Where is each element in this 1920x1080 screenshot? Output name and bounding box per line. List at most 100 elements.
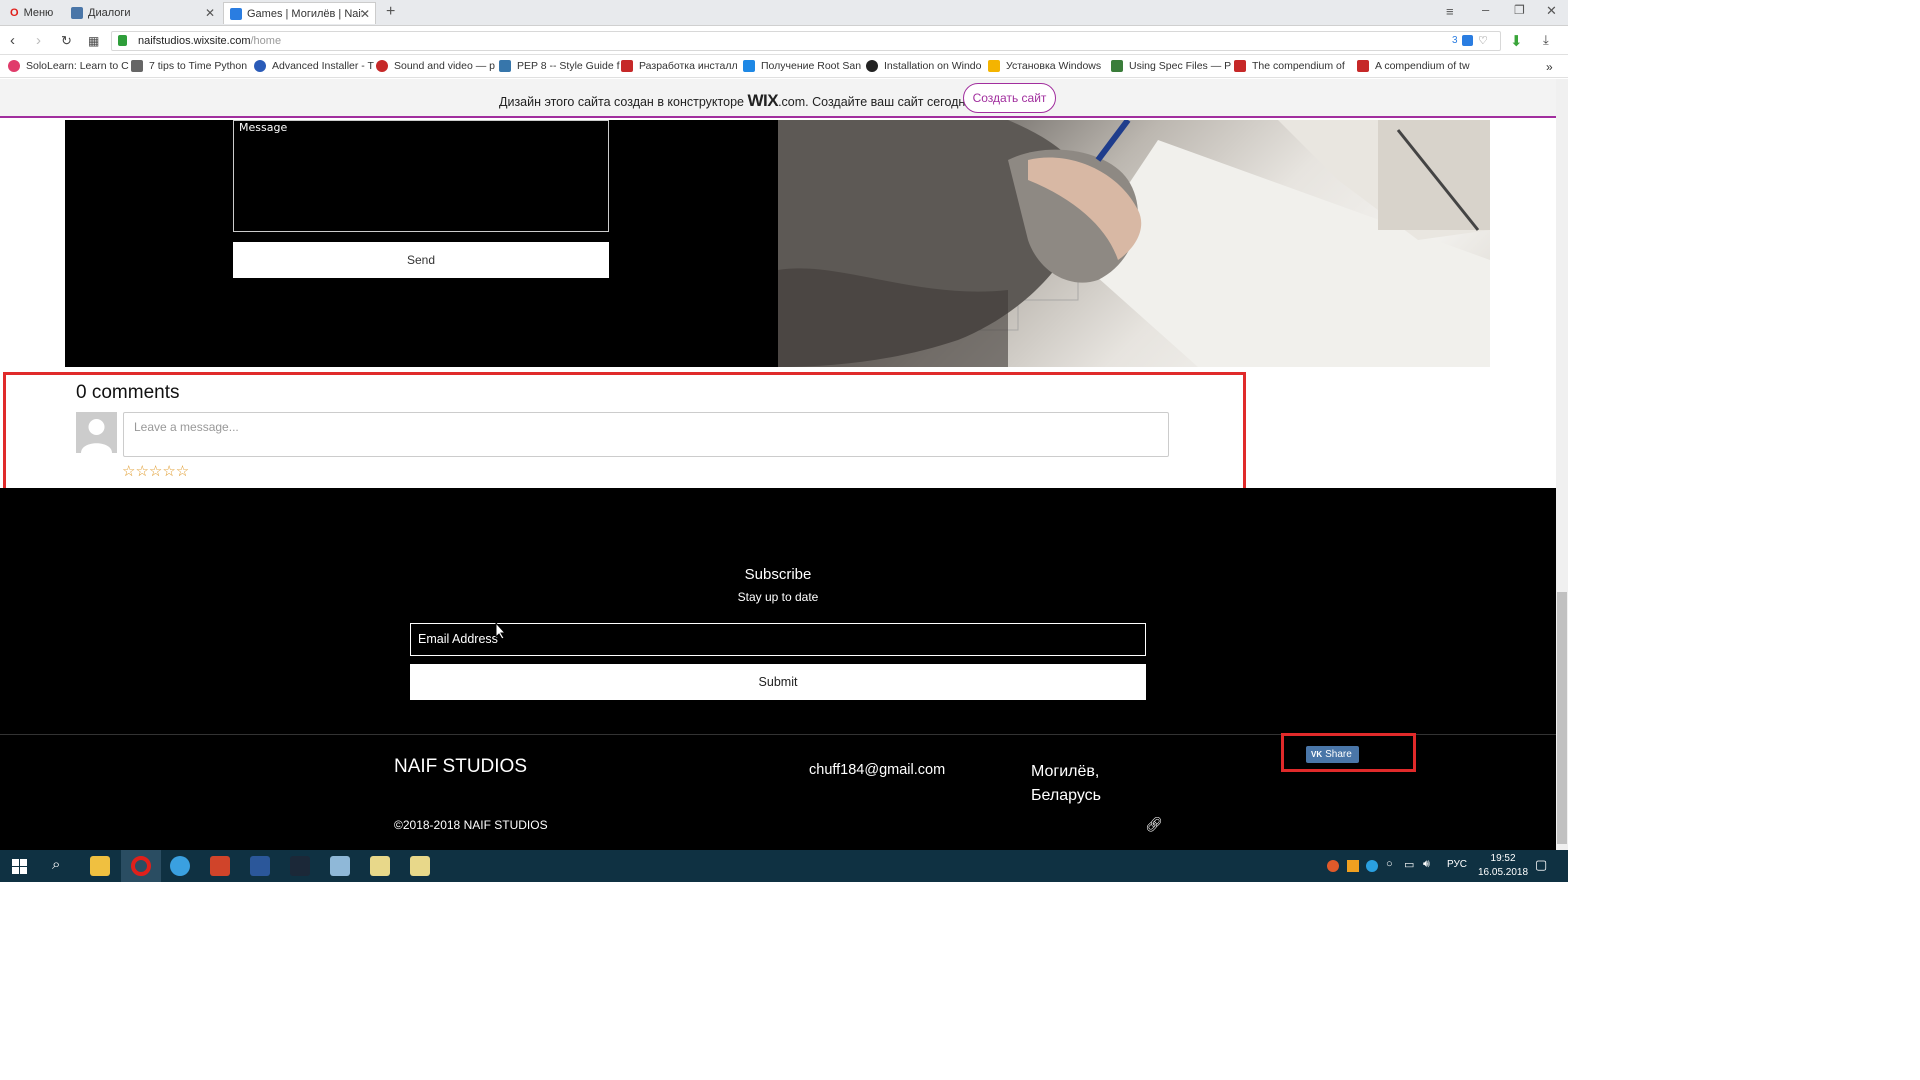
forward-icon[interactable]: › [36,32,41,49]
photo-illustration [778,120,1490,367]
python-icon [499,60,511,72]
vpn-download-icon[interactable]: ⬇ [1510,32,1523,50]
bookmark-label: PEP 8 -- Style Guide f [517,60,620,72]
bookmark-item[interactable]: Using Spec Files — P [1111,60,1231,72]
steam-icon[interactable] [290,856,310,876]
search-icon[interactable]: ⌕ [52,856,60,873]
subscribe-title: Subscribe [744,566,812,583]
bookmark-label: The compendium of [1252,60,1345,72]
vk-share-button[interactable]: VK Share [1306,746,1359,763]
notepad-icon[interactable] [330,856,350,876]
bookmark-item[interactable]: Installation on Windo [866,60,981,72]
address-bar-row: ‹ › ↻ ▦ naifstudios.wixsite.com/home 3 ♡… [0,27,1568,55]
share-label: Share [1325,749,1352,760]
bookmarks-more-icon[interactable]: » [1546,60,1553,74]
sololearn-icon [8,60,20,72]
tab-label: Диалоги [88,7,131,19]
bookmark-item[interactable]: Advanced Installer - T [254,60,374,72]
python-file-icon[interactable] [370,856,390,876]
email-field[interactable]: Email Address [410,623,1146,656]
bookmark-favicon-icon [621,60,633,72]
close-tab-icon[interactable]: ✕ [205,6,215,20]
bookmark-item[interactable]: Sound and video — p [376,60,495,72]
bookmark-label: SoloLearn: Learn to C [26,60,129,72]
bookmark-favicon-icon [1357,60,1369,72]
bookmark-item[interactable]: Разработка инсталл [621,60,738,72]
app-icon[interactable] [210,856,230,876]
bookmark-item[interactable]: Установка Windows [988,60,1101,72]
file-explorer-icon[interactable] [90,856,110,876]
clock-time: 19:52 [1490,853,1516,864]
volume-icon[interactable]: 🔊︎ [1423,858,1430,871]
tray-icon[interactable]: ○ [1386,858,1393,870]
message-textarea[interactable]: Message [233,120,609,232]
link-icon[interactable]: 🔗︎ [1145,816,1163,833]
input-language[interactable]: РУС [1447,859,1467,870]
submit-button[interactable]: Submit [410,664,1146,700]
wix-promo-banner: Дизайн этого сайта создан в конструкторе… [0,79,1556,118]
bookmark-item[interactable]: The compendium of [1234,60,1345,72]
downloads-icon[interactable]: ⤓ [1543,32,1549,48]
bookmark-item[interactable]: Получение Root San [743,60,861,72]
rating-stars[interactable]: ☆☆☆☆☆ [122,462,189,480]
speed-dial-icon[interactable]: ▦ [88,34,99,48]
send-button[interactable]: Send [233,242,609,278]
close-tab-icon[interactable]: ✕ [360,7,370,21]
opera-taskbar-active[interactable] [121,850,161,882]
adblock-icon[interactable] [1462,35,1473,46]
word-icon[interactable] [250,856,270,876]
bookmarks-bar: SoloLearn: Learn to C 7 tips to Time Pyt… [0,56,1568,78]
tray-app-icon[interactable] [1327,860,1339,872]
network-icon[interactable]: ▭ [1404,858,1414,871]
comment-input[interactable]: Leave a message... [123,412,1169,457]
bookmark-favicon-icon [988,60,1000,72]
tab-menu-icon[interactable]: ≡ [1446,4,1454,19]
wix-banner-text: Дизайн этого сайта создан в конструкторе… [499,91,976,111]
notifications-icon[interactable]: ▢ [1535,857,1547,873]
adblock-count[interactable]: 3 [1452,32,1458,50]
back-icon[interactable]: ‹ [10,32,15,49]
tab-label: Games | Могилёв | Naif St [247,7,362,20]
heart-icon[interactable]: ♡ [1478,32,1488,50]
close-window-icon[interactable]: ✕ [1546,3,1557,19]
restore-icon[interactable]: ❐ [1514,3,1525,17]
bookmark-item[interactable]: SoloLearn: Learn to C [8,60,129,72]
browser-tab-bar: O Меню Диалоги ✕ Games | Могилёв | Naif … [0,0,1568,26]
bookmark-label: Installation on Windo [884,60,982,72]
opera-menu-label: Меню [23,7,54,19]
footer-location: Могилёв, Беларусь [1031,763,1101,804]
comments-count-title: 0 comments [76,382,180,403]
comment-input-placeholder: Leave a message... [134,420,239,434]
footer-email-link[interactable]: chuff184@gmail.com [809,762,945,778]
url-field[interactable]: naifstudios.wixsite.com/home 3 ♡ [111,31,1501,51]
windows-start-icon[interactable] [12,859,27,874]
new-tab-icon[interactable]: + [386,3,395,21]
bookmark-item[interactable]: PEP 8 -- Style Guide f [499,60,620,72]
tab-games-active[interactable]: Games | Могилёв | Naif St ✕ [223,2,376,24]
scrollbar-thumb[interactable] [1557,592,1567,844]
opera-menu-button[interactable]: O Меню [4,2,62,24]
bookmark-item[interactable]: 7 tips to Time Python [131,60,247,72]
bookmark-favicon-icon [254,60,266,72]
taskbar-clock[interactable]: 19:52 16.05.2018 [1478,852,1528,880]
bookmark-item[interactable]: A compendium of tw [1357,60,1470,72]
clock-date: 16.05.2018 [1478,867,1529,878]
tab-dialogs[interactable]: Диалоги ✕ [65,2,220,24]
vk-icon [71,7,83,19]
reload-icon[interactable]: ↻ [61,33,72,49]
opera-icon [131,856,151,876]
telegram-icon[interactable] [1366,860,1378,872]
bookmark-label: 7 tips to Time Python [149,60,248,72]
windows-taskbar: ⌕ ○ ▭ 🔊︎ РУС 19:52 16.05.2018 ▢ [0,850,1568,882]
hero-photo-writing [778,120,1490,367]
tray-app-icon[interactable] [1347,860,1359,872]
bookmark-favicon-icon [1234,60,1246,72]
bookmark-label: A compendium of tw [1375,60,1470,72]
bookmark-label: Using Spec Files — P [1129,60,1232,72]
minimize-icon[interactable]: – [1482,2,1489,17]
chrome-icon[interactable] [170,856,190,876]
bookmark-label: Разработка инсталл [639,60,738,72]
create-site-button[interactable]: Создать сайт [963,83,1056,113]
python-file-icon[interactable] [410,856,430,876]
bookmark-favicon-icon [376,60,388,72]
